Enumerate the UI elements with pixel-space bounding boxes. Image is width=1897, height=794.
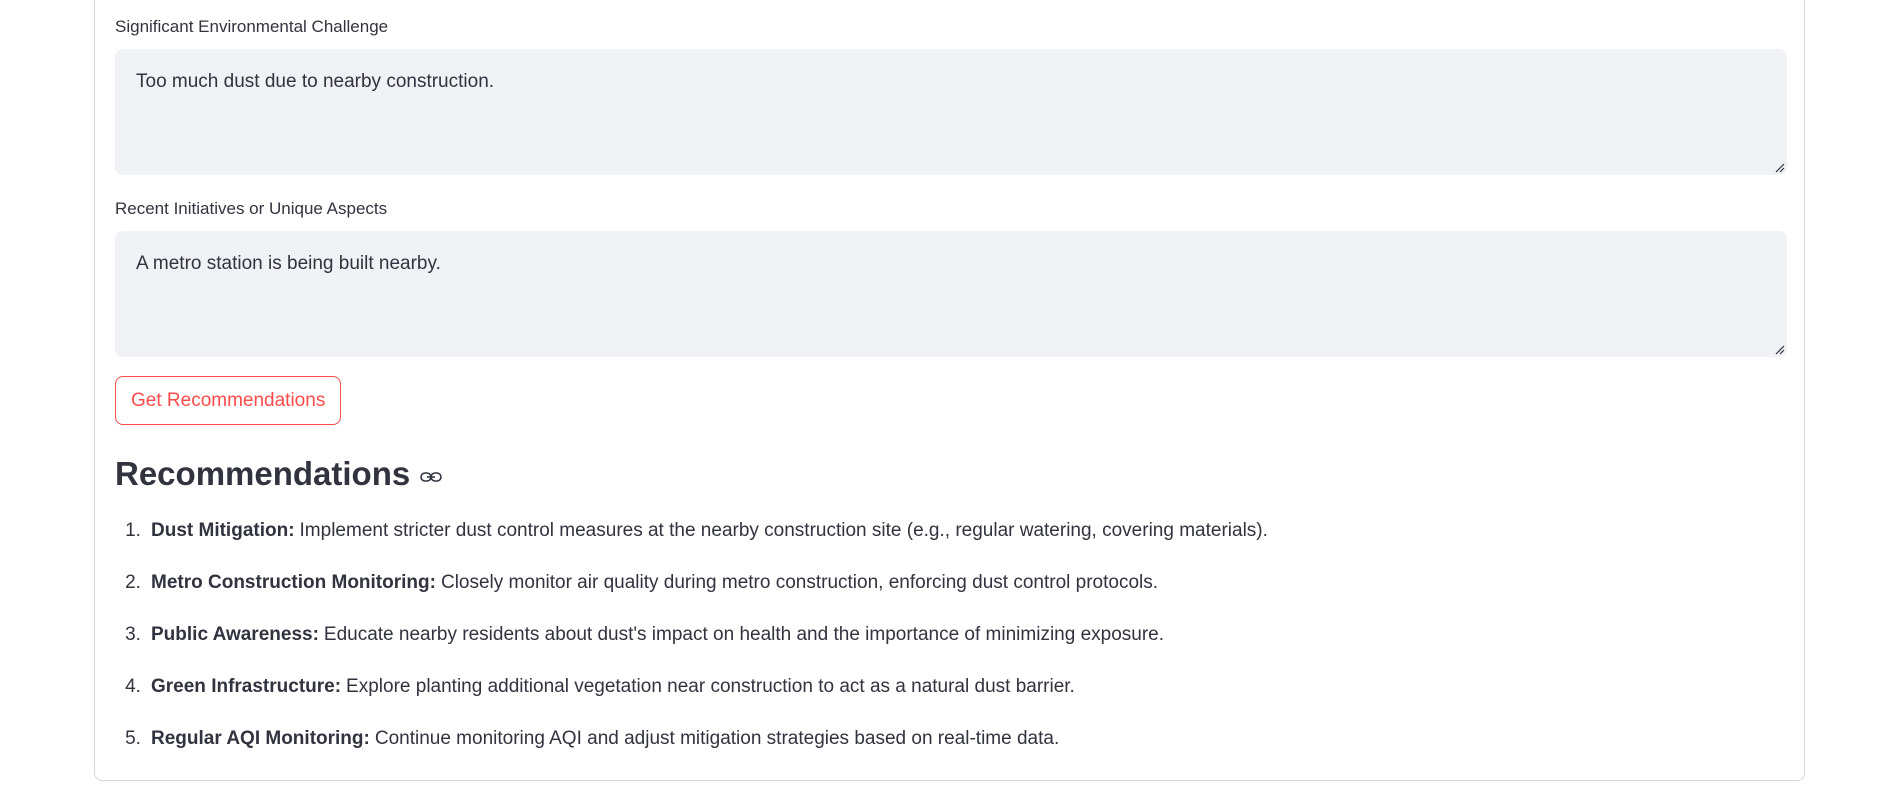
list-item: 3. Public Awareness: Educate nearby resi… [115,624,1268,676]
list-item-number: 4. [125,676,141,697]
list-item-title: Green Infrastructure: [151,676,342,697]
resize-grip-icon[interactable] [1775,345,1785,355]
list-item: 4. Green Infrastructure: Explore plantin… [115,676,1268,728]
list-item-title: Public Awareness: [151,624,319,645]
list-item-title: Regular AQI Monitoring: [151,728,370,749]
recent-initiatives-textarea[interactable]: A metro station is being built nearby. [115,231,1787,357]
get-recommendations-button[interactable]: Get Recommendations [115,376,342,425]
list-item-number: 1. [125,520,141,541]
link-icon[interactable] [420,470,443,484]
recommendations-list: 1. Dust Mitigation: Implement stricter d… [115,520,1268,780]
list-item-text: Implement stricter dust control measures… [299,520,1268,541]
list-item-text: Educate nearby residents about dust's im… [323,624,1165,645]
list-item: 5. Regular AQI Monitoring: Continue moni… [115,728,1268,780]
list-item-number: 2. [125,572,141,593]
list-item-text: Closely monitor air quality during metro… [440,572,1159,593]
list-item-text: Explore planting additional vegetation n… [346,676,1075,697]
environmental-challenge-textarea[interactable]: Too much dust due to nearby construction… [115,49,1787,175]
recommendations-heading: Recommendations [115,455,443,493]
list-item-number: 5. [125,728,141,749]
list-item-text: Continue monitoring AQI and adjust mitig… [374,728,1060,749]
recommendations-title: Recommendations [115,455,411,492]
list-item-title: Metro Construction Monitoring: [151,572,436,593]
recent-initiatives-label: Recent Initiatives or Unique Aspects [115,199,388,218]
resize-grip-icon[interactable] [1775,163,1785,173]
environmental-challenge-label: Significant Environmental Challenge [115,17,389,36]
list-item-title: Dust Mitigation: [151,520,295,541]
list-item-number: 3. [125,624,141,645]
list-item: 1. Dust Mitigation: Implement stricter d… [115,520,1268,572]
list-item: 2. Metro Construction Monitoring: Closel… [115,572,1268,624]
